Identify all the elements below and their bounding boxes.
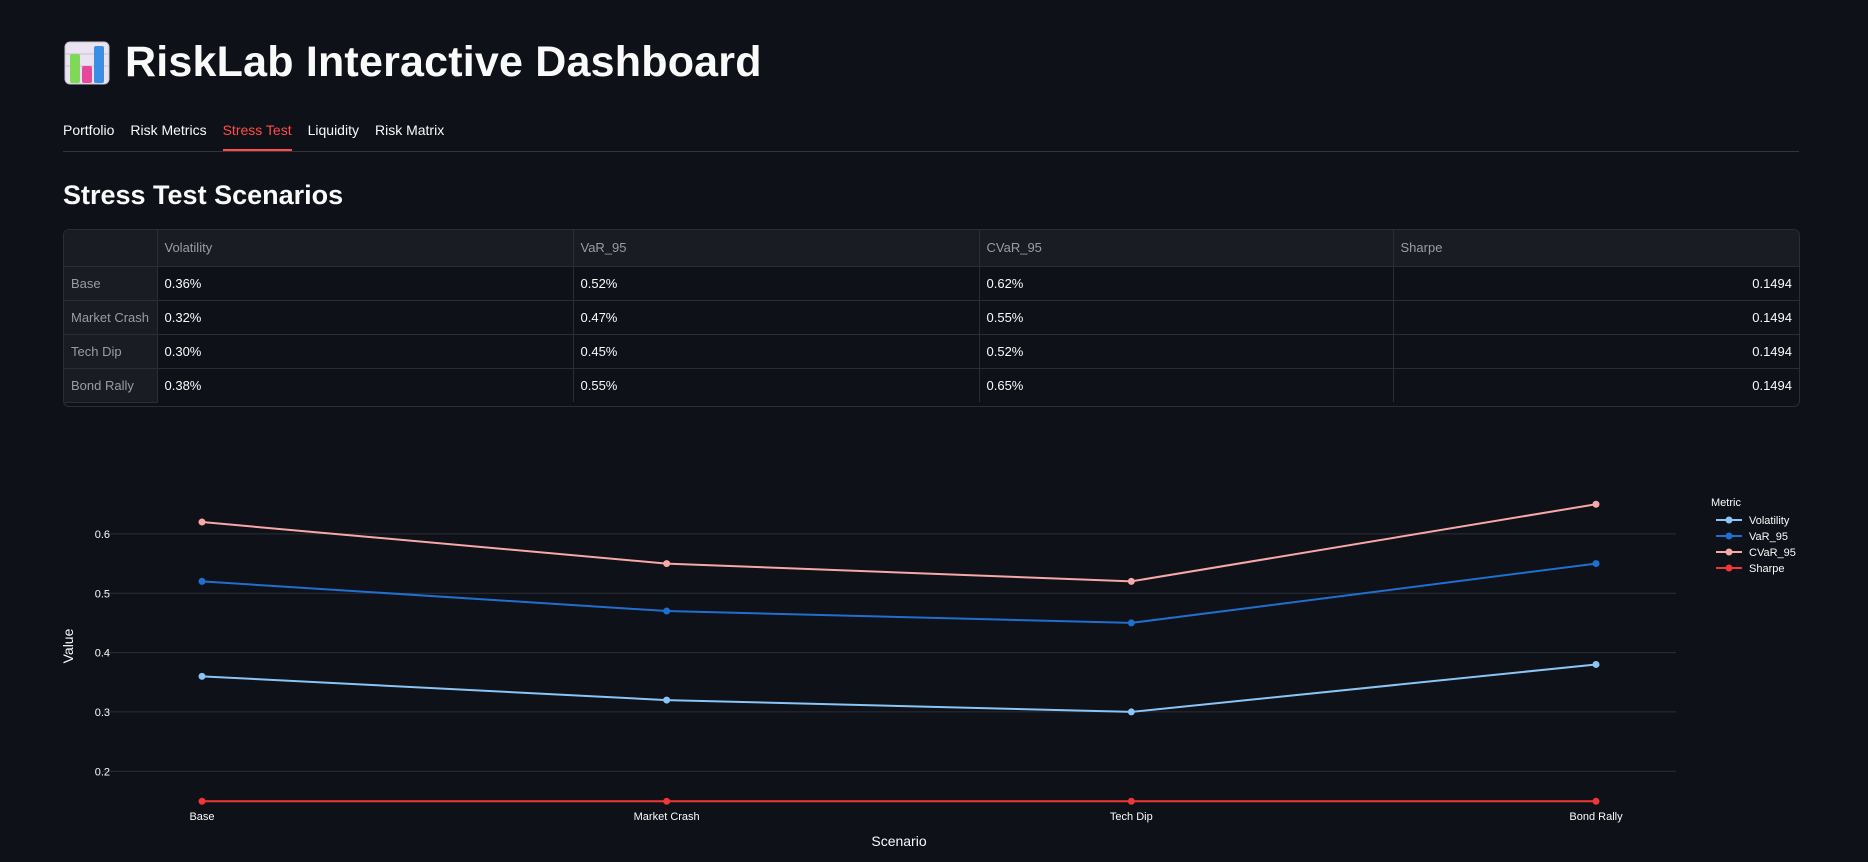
x-tick-label: Bond Rally: [1569, 811, 1623, 823]
data-point-cvar-95[interactable]: [1592, 500, 1600, 508]
cell-sharpe[interactable]: 0.1494: [1393, 300, 1799, 335]
x-tick-label: Base: [189, 811, 214, 823]
cell-var95[interactable]: 0.45%: [573, 334, 980, 369]
line-chart[interactable]: 0.2 0.3 0.4 0.5 0.6 Base Market Crash Tech Dip…: [60, 490, 1860, 862]
cell-cvar95[interactable]: 0.52%: [979, 334, 1394, 369]
column-header-var95[interactable]: VaR_95: [573, 230, 980, 267]
series-line-cvar-95[interactable]: [201, 503, 1597, 583]
data-point-sharpe[interactable]: [198, 797, 206, 805]
cell-cvar95[interactable]: 0.55%: [979, 300, 1394, 335]
legend-item-sharpe[interactable]: Sharpe: [1716, 563, 1784, 575]
legend-label: Volatility: [1749, 515, 1790, 527]
cell-volatility[interactable]: 0.32%: [157, 300, 574, 335]
stress-test-chart[interactable]: 0.2 0.3 0.4 0.5 0.6 Base Market Crash Tech Dip…: [60, 490, 1860, 862]
column-header-index: [64, 230, 158, 267]
cell-volatility[interactable]: 0.30%: [157, 334, 574, 369]
legend-swatch-marker: [1725, 548, 1733, 556]
row-label: Tech Dip: [64, 334, 158, 369]
table-row: Bond Rally 0.38% 0.55% 0.65% 0.1494: [64, 368, 1799, 403]
cell-var95[interactable]: 0.55%: [573, 368, 980, 402]
tab-liquidity[interactable]: Liquidity: [308, 113, 359, 150]
app-title: RiskLab Interactive Dashboard: [125, 38, 762, 86]
data-point-var-95[interactable]: [198, 577, 206, 585]
legend-swatch-marker: [1725, 564, 1733, 572]
tab-portfolio[interactable]: Portfolio: [63, 113, 114, 150]
legend-swatch-marker: [1725, 516, 1733, 524]
app-header: RiskLab Interactive Dashboard: [63, 38, 762, 87]
legend-label: VaR_95: [1749, 531, 1788, 543]
y-tick-label: 0.3: [95, 707, 110, 719]
legend-item-var-95[interactable]: VaR_95: [1716, 531, 1788, 543]
app-page: RiskLab Interactive Dashboard Portfolio …: [0, 0, 1868, 862]
legend-swatch-marker: [1725, 532, 1733, 540]
cell-volatility[interactable]: 0.36%: [157, 266, 574, 301]
column-header-sharpe[interactable]: Sharpe: [1393, 230, 1799, 267]
cell-sharpe[interactable]: 0.1494: [1393, 334, 1799, 369]
table-row: Tech Dip 0.30% 0.45% 0.52% 0.1494: [64, 334, 1799, 369]
data-point-cvar-95[interactable]: [663, 560, 671, 568]
data-point-cvar-95[interactable]: [198, 518, 206, 526]
table-header-row: Volatility VaR_95 CVaR_95 Sharpe: [64, 230, 1799, 267]
cell-volatility[interactable]: 0.38%: [157, 368, 574, 402]
cell-cvar95[interactable]: 0.65%: [979, 368, 1394, 402]
y-axis-title: Value: [60, 628, 76, 663]
data-point-sharpe[interactable]: [663, 797, 671, 805]
y-tick-label: 0.2: [95, 766, 110, 778]
legend-label: Sharpe: [1749, 563, 1784, 575]
table-row: Base 0.36% 0.52% 0.62% 0.1494: [64, 266, 1799, 301]
table-row: Market Crash 0.32% 0.47% 0.55% 0.1494: [64, 300, 1799, 335]
cell-cvar95[interactable]: 0.62%: [979, 266, 1394, 301]
tab-risk-matrix[interactable]: Risk Matrix: [375, 113, 444, 150]
data-point-var-95[interactable]: [663, 607, 671, 615]
cell-sharpe[interactable]: 0.1494: [1393, 266, 1799, 301]
y-tick-label: 0.4: [95, 648, 110, 660]
grid-lines: [103, 533, 1676, 772]
series-line-volatility[interactable]: [201, 663, 1597, 713]
chart-legend[interactable]: Metric Volatility VaR_95 CVaR_95 Sharpe: [1711, 497, 1796, 575]
legend-item-cvar-95[interactable]: CVaR_95: [1716, 547, 1796, 559]
column-header-volatility[interactable]: Volatility: [157, 230, 574, 267]
column-header-cvar95[interactable]: CVaR_95: [979, 230, 1394, 267]
y-tick-label: 0.6: [95, 529, 110, 541]
legend-label: CVaR_95: [1749, 547, 1796, 559]
x-tick-label: Market Crash: [634, 811, 700, 823]
section-title: Stress Test Scenarios: [63, 180, 344, 210]
data-point-volatility[interactable]: [1127, 708, 1135, 716]
legend-item-volatility[interactable]: Volatility: [1716, 515, 1790, 527]
cell-var95[interactable]: 0.52%: [573, 266, 980, 301]
data-point-var-95[interactable]: [1127, 619, 1135, 627]
cell-var95[interactable]: 0.47%: [573, 300, 980, 335]
data-point-sharpe[interactable]: [1127, 797, 1135, 805]
row-label: Market Crash: [64, 300, 158, 335]
data-point-var-95[interactable]: [1592, 560, 1600, 568]
legend-title: Metric: [1711, 497, 1741, 509]
tab-stress-test[interactable]: Stress Test: [222, 113, 292, 151]
stress-test-table[interactable]: Volatility VaR_95 CVaR_95 Sharpe Base 0.…: [63, 229, 1800, 407]
x-axis-title: Scenario: [871, 833, 926, 849]
data-point-volatility[interactable]: [663, 696, 671, 704]
bar-chart-icon: [63, 40, 111, 86]
data-point-volatility[interactable]: [198, 672, 206, 680]
data-point-sharpe[interactable]: [1592, 797, 1600, 805]
cell-sharpe[interactable]: 0.1494: [1393, 368, 1799, 402]
y-axis-ticks: 0.2 0.3 0.4 0.5 0.6: [95, 529, 110, 778]
tab-bar: Portfolio Risk Metrics Stress Test Liqui…: [63, 113, 1799, 152]
x-tick-label: Tech Dip: [1110, 811, 1153, 823]
data-point-volatility[interactable]: [1592, 660, 1600, 668]
data-point-cvar-95[interactable]: [1127, 577, 1135, 585]
row-label: Bond Rally: [64, 368, 158, 403]
tab-risk-metrics[interactable]: Risk Metrics: [130, 113, 206, 150]
x-axis-ticks: Base Market Crash Tech Dip Bond Rally: [189, 811, 1623, 823]
row-label: Base: [64, 266, 158, 301]
y-tick-label: 0.5: [95, 588, 110, 600]
